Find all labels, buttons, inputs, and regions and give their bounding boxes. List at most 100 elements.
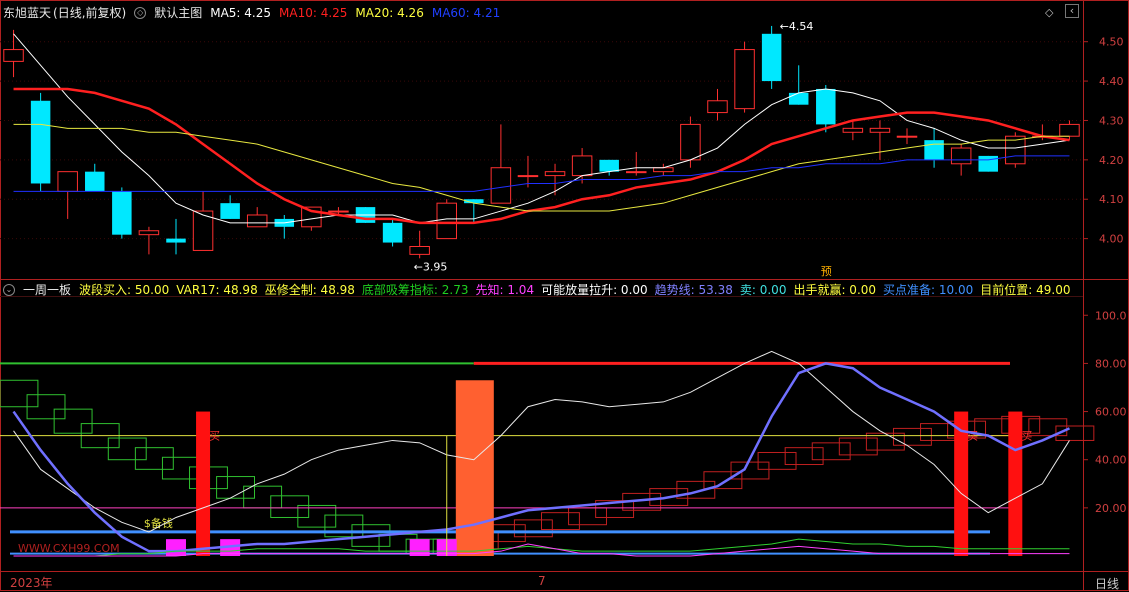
- candle-up: [328, 210, 349, 213]
- indicator-readout-10: 目前位置: 49.00: [980, 283, 1071, 297]
- forecast-marker: 预: [821, 265, 832, 278]
- candle-up: [544, 171, 566, 177]
- candle-up: [626, 171, 647, 174]
- collapse-icon[interactable]: ‹: [1065, 4, 1079, 18]
- indicator-title[interactable]: 一周一板: [23, 281, 71, 299]
- candle-down: [924, 140, 944, 160]
- candle-up: [896, 135, 918, 138]
- stair-box: [541, 512, 580, 531]
- ma-readout-3: MA60: 4.21: [431, 6, 501, 20]
- indicator-readouts: 波段买入: 50.00 VAR17: 48.98 巫修全制: 48.98 底部吸筹指标…: [79, 281, 1070, 299]
- surge-bar: [455, 380, 494, 556]
- candle-up: [950, 147, 972, 165]
- stair-box: [784, 447, 824, 466]
- stair-box: [107, 437, 147, 461]
- candle-up: [138, 230, 160, 236]
- indicator-header: ⌄ 一周一板 波段买入: 50.00 VAR17: 48.98 巫修全制: 48.9…: [3, 281, 1070, 299]
- stair-box: [0, 379, 39, 408]
- month-label: 7: [538, 574, 546, 588]
- ma-readout-0: MA5: 4.25: [210, 6, 271, 20]
- candle-down: [85, 171, 105, 192]
- candle-down: [30, 100, 51, 184]
- candle-down: [220, 203, 240, 219]
- main-chart-header: 东旭蓝天 (日线,前复权) ◇ 默认主图 MA5: 4.25 MA10: 4.25…: [3, 4, 500, 22]
- candle-up: [869, 127, 891, 133]
- indicator-readout-4: 先知: 1.04: [475, 283, 535, 297]
- ma-readouts: MA5: 4.25 MA10: 4.25 MA20: 4.26 MA60: 4.21: [210, 4, 500, 22]
- stair-box: [297, 504, 337, 528]
- price-tick-label: 4.20: [1099, 154, 1124, 167]
- ma-line-ma10: [13, 87, 1070, 225]
- candle-up: [57, 171, 78, 192]
- stair-box: [838, 437, 878, 456]
- stair-box: [513, 519, 553, 538]
- indicator-readout-8: 出手就赢: 0.00: [793, 283, 877, 297]
- ind-tick-label: 40.00: [1095, 454, 1127, 467]
- indicator-readout-7: 卖: 0.00: [739, 283, 787, 297]
- diamond-icon[interactable]: ◇: [1045, 6, 1053, 19]
- price-tick-label: 4.50: [1099, 36, 1124, 49]
- high-annotation: ←4.54: [780, 20, 814, 33]
- candle-down: [978, 155, 998, 172]
- ma-readout-1: MA10: 4.25: [279, 6, 348, 20]
- prep-bar: [165, 539, 186, 556]
- stair-box: [53, 408, 93, 434]
- candle-down: [599, 159, 619, 172]
- stair-box: [134, 447, 174, 470]
- indicator-readout-3: 底部吸筹指标: 2.73: [361, 283, 469, 297]
- candle-up: [842, 127, 864, 133]
- ind-tick-label: 20.00: [1095, 502, 1127, 515]
- stair-box: [243, 485, 283, 509]
- ma-line-ma60: [13, 155, 1070, 192]
- indicator-readout-2: 巫修全制: 48.98: [264, 283, 355, 297]
- candle-up: [436, 202, 457, 240]
- stair-box: [892, 427, 932, 446]
- buy-bar: [1008, 411, 1023, 556]
- ma-line-ma5: [13, 33, 1070, 224]
- ind-tick-label: 80.00: [1095, 357, 1127, 370]
- price-tick-label: 4.00: [1099, 233, 1124, 246]
- buy-label: 买: [209, 430, 220, 443]
- indicator-menu-icon[interactable]: ⌄: [3, 284, 15, 296]
- candle-down: [382, 222, 403, 243]
- candle-up: [734, 49, 755, 110]
- adjust-mode[interactable]: (日线,前复权): [53, 4, 126, 22]
- price-tick-label: 4.30: [1099, 114, 1124, 127]
- stair-box: [270, 495, 310, 518]
- buy-label: 买: [1021, 430, 1032, 443]
- price-tick-label: 4.40: [1099, 75, 1124, 88]
- indicator-readout-6: 趋势线: 53.38: [654, 283, 733, 297]
- white-line: [13, 350, 1070, 533]
- stair-box: [324, 514, 364, 538]
- candle-up: [490, 167, 512, 204]
- price-tick-label: 4.10: [1099, 193, 1124, 206]
- stair-box: [568, 507, 607, 526]
- prep-label: $备钱: [144, 516, 173, 530]
- stair-box: [730, 461, 770, 480]
- candle-down: [816, 88, 836, 125]
- stair-box: [757, 451, 797, 470]
- candle-up: [707, 100, 728, 114]
- indicator-readout-0: 波段买入: 50.00: [79, 283, 170, 297]
- buy-bar: [196, 411, 211, 556]
- candle-up: [517, 175, 539, 178]
- candle-down: [166, 238, 186, 243]
- template-name[interactable]: 默认主图: [154, 4, 202, 22]
- ma-readout-2: MA20: 4.26: [355, 6, 424, 20]
- candle-down: [112, 191, 132, 235]
- template-menu-icon[interactable]: ◇: [134, 7, 147, 19]
- candle-up: [680, 123, 701, 161]
- stock-name[interactable]: 东旭蓝天: [3, 4, 51, 22]
- watermark: WWW.CXH99.COM: [18, 542, 120, 555]
- low-annotation: ←3.95: [414, 260, 448, 273]
- indicator-readout-5: 可能放量拉升: 0.00: [541, 283, 648, 297]
- candle-up: [3, 49, 24, 62]
- period-tab[interactable]: 日线: [1095, 575, 1119, 592]
- candle-up: [653, 167, 674, 173]
- year-label: 2023年: [10, 576, 53, 590]
- stair-box: [811, 442, 851, 461]
- candle-up: [246, 214, 268, 228]
- candle-up: [1059, 123, 1080, 137]
- buy-bar: [954, 411, 969, 556]
- ind-tick-label: 100.0: [1095, 309, 1127, 322]
